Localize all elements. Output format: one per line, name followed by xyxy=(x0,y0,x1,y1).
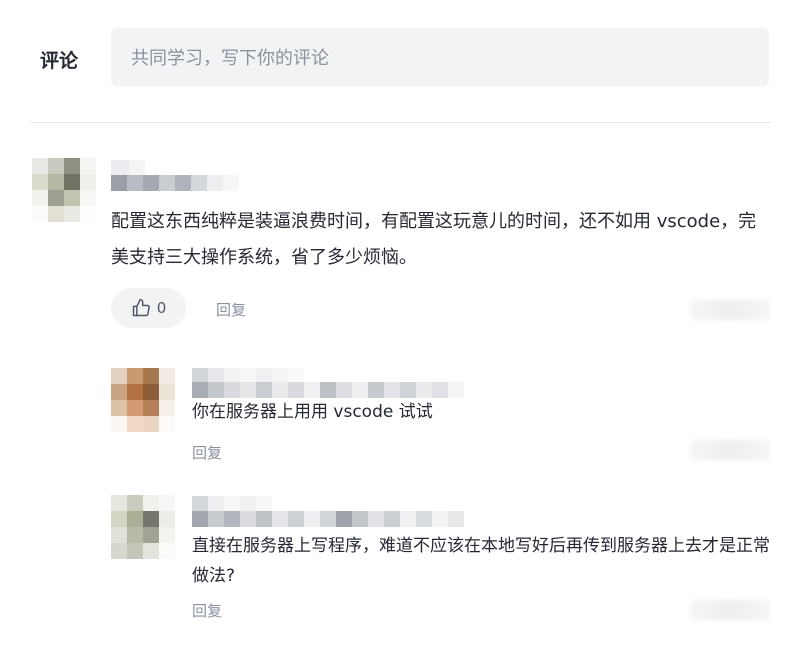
reply-button[interactable]: 回复 xyxy=(192,600,222,621)
like-count: 0 xyxy=(156,299,167,317)
reply-meta-blurred xyxy=(690,600,770,620)
comment-input-placeholder: 共同学习，写下你的评论 xyxy=(131,48,329,69)
username-blurred[interactable] xyxy=(192,496,272,512)
comment-content: 配置这东西纯粹是装逼浪费时间，有配置这玩意儿的时间，还不如用 vscode，完美… xyxy=(111,211,757,268)
username-blurred[interactable] xyxy=(192,511,464,527)
comment-input[interactable]: 共同学习，写下你的评论 xyxy=(111,28,769,86)
reply-meta-blurred xyxy=(690,440,770,460)
thumbs-up-icon xyxy=(132,298,150,317)
divider xyxy=(30,122,771,123)
comment-meta-blurred xyxy=(690,300,770,320)
reply-button[interactable]: 回复 xyxy=(192,442,222,463)
avatar[interactable] xyxy=(32,158,96,222)
avatar[interactable] xyxy=(111,368,175,432)
reply-content: 直接在服务器上写程序，难道不应该在本地写好后再传到服务器上去才是正常做法? xyxy=(192,536,770,586)
reply-button[interactable]: 回复 xyxy=(216,299,246,320)
reply-content: 你在服务器上用用 vscode 试试 xyxy=(192,402,433,422)
comments-heading: 评论 xyxy=(40,50,79,72)
username-blurred[interactable] xyxy=(192,382,464,398)
username-blurred[interactable] xyxy=(111,175,239,191)
avatar[interactable] xyxy=(111,495,175,559)
like-button[interactable]: 0 xyxy=(111,288,186,328)
username-blurred[interactable] xyxy=(111,160,145,176)
